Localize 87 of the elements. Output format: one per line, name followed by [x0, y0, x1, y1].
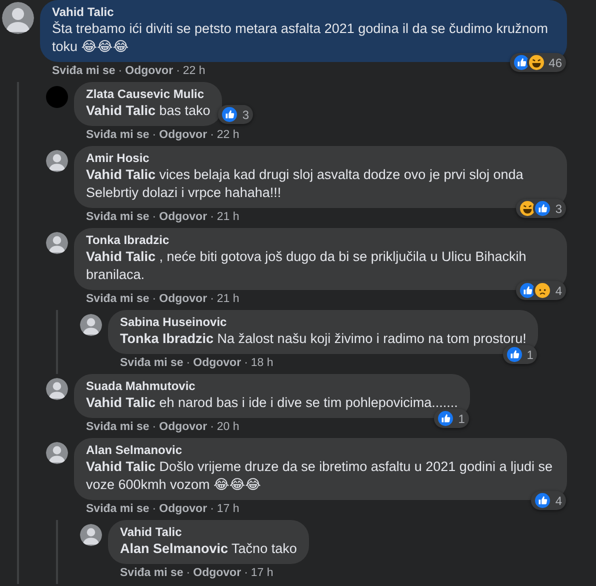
comment-text: Šta trebamo ići diviti se petsto metara asfalta 2021 godina il da se čudimo kružnom toku 😂😂😂 — [52, 20, 550, 56]
comment-text: Vahid Talic vices belaja kad drugi sloj asvalta dodze ovo je prvi sloj onda Selebrtiy dolazi i vrpce hahaha!!! — [86, 166, 524, 202]
action-link[interactable]: Odgovor — [159, 292, 208, 306]
action-link[interactable]: Sviđa mi se — [86, 420, 150, 434]
separator-dot: · — [210, 128, 214, 142]
timestamp[interactable]: 18 h — [250, 356, 274, 370]
timestamp[interactable]: 21 h — [216, 210, 240, 224]
like-icon — [222, 107, 238, 122]
reaction-count: 4 — [555, 282, 562, 300]
action-link[interactable]: Odgovor — [159, 502, 208, 516]
comment-text: Vahid Talic eh narod bas i ide i dive se tim pohlepovicima....... — [86, 394, 458, 412]
author-name[interactable]: Amir Hosic — [86, 151, 150, 166]
avatar[interactable] — [2, 2, 34, 34]
reaction-pill[interactable]: 3 — [516, 199, 566, 218]
separator-dot: · — [118, 64, 122, 78]
action-link[interactable]: Odgovor — [193, 356, 242, 370]
separator-dot: · — [152, 292, 156, 306]
action-link[interactable]: Odgovor — [159, 128, 208, 142]
like-icon — [535, 493, 550, 508]
action-link[interactable]: Odgovor — [159, 420, 208, 434]
action-link[interactable]: Sviđa mi se — [86, 128, 150, 142]
action-link[interactable]: Sviđa mi se — [52, 64, 116, 78]
reaction-pill[interactable]: 1 — [502, 345, 538, 364]
comment-text: Vahid Talic Došlo vrijeme druze da se ibretimo asfaltu u 2021 godini a ljudi se voze 600kmh vozom 😂😂😂 — [86, 458, 554, 494]
timestamp[interactable]: 17 h — [250, 566, 274, 580]
comment-text: Vahid Talic bas tako — [86, 102, 210, 120]
separator-dot: · — [244, 356, 248, 370]
action-link[interactable]: Odgovor — [193, 566, 242, 580]
separator-dot: · — [210, 420, 214, 434]
author-name[interactable]: Zlata Causevic Mulic — [86, 87, 204, 102]
separator-dot: · — [244, 566, 248, 580]
author-name[interactable]: Tonka Ibradzic — [86, 233, 170, 248]
timestamp[interactable]: 21 h — [216, 292, 240, 306]
reaction-pill[interactable]: 46 — [510, 53, 566, 72]
comment-text: Tonka Ibradzic Na žalost našu koji živimo i radimo na tom prostoru! — [120, 330, 526, 348]
separator-dot: · — [152, 420, 156, 434]
avatar[interactable] — [46, 378, 68, 400]
reaction-count: 3 — [242, 106, 250, 124]
separator-dot: · — [186, 356, 190, 370]
action-link[interactable]: Odgovor — [159, 210, 208, 224]
separator-dot: · — [210, 210, 214, 224]
author-name[interactable]: Vahid Talic — [52, 5, 114, 20]
avatar[interactable] — [46, 232, 68, 254]
author-name[interactable]: Vahid Talic — [120, 525, 182, 540]
separator-dot: · — [210, 292, 214, 306]
author-name[interactable]: Alan Selmanovic — [86, 443, 182, 458]
reaction-count: 46 — [548, 54, 562, 72]
avatar[interactable] — [46, 150, 68, 172]
like-icon — [535, 201, 550, 216]
separator-dot: · — [210, 502, 214, 516]
timestamp[interactable]: 22 h — [182, 64, 206, 78]
reaction-count: 3 — [555, 200, 562, 218]
reaction-count: 1 — [458, 410, 465, 428]
like-icon — [520, 283, 536, 298]
like-icon — [438, 411, 454, 426]
avatar[interactable] — [80, 524, 102, 546]
sad-face-icon — [535, 283, 550, 298]
like-icon — [514, 55, 529, 70]
reaction-count: 1 — [526, 346, 534, 364]
action-link[interactable]: Sviđa mi se — [86, 210, 150, 224]
laughing-face-icon — [528, 55, 544, 70]
reaction-count: 4 — [555, 492, 562, 510]
reaction-pill[interactable]: 1 — [434, 409, 469, 428]
action-link[interactable]: Odgovor — [125, 64, 174, 78]
author-name[interactable]: Sabina Huseinovic — [120, 315, 227, 330]
action-link[interactable]: Sviđa mi se — [120, 356, 184, 370]
separator-dot: · — [176, 64, 180, 78]
separator-dot: · — [152, 502, 156, 516]
separator-dot: · — [152, 210, 156, 224]
timestamp[interactable]: 17 h — [216, 502, 240, 516]
laughing-face-icon — [520, 201, 536, 216]
like-icon — [506, 347, 522, 362]
avatar[interactable] — [80, 314, 102, 336]
comment-text: Alan Selmanovic Tačno tako — [120, 540, 297, 558]
action-link[interactable]: Sviđa mi se — [86, 292, 150, 306]
action-link[interactable]: Sviđa mi se — [86, 502, 150, 516]
action-link[interactable]: Sviđa mi se — [120, 566, 184, 580]
author-name[interactable]: Suada Mahmutovic — [86, 379, 196, 394]
reaction-pill[interactable]: 3 — [218, 105, 254, 124]
timestamp[interactable]: 22 h — [216, 128, 240, 142]
reaction-pill[interactable]: 4 — [531, 491, 566, 510]
avatar[interactable] — [46, 442, 68, 464]
reaction-pill[interactable]: 4 — [516, 281, 566, 300]
separator-dot: · — [152, 128, 156, 142]
separator-dot: · — [186, 566, 190, 580]
comment-text: Vahid Talic , neće biti gotova još dugo da bi se priključila u Ulicu Bihackih branilaca. — [86, 248, 528, 284]
timestamp[interactable]: 20 h — [216, 420, 240, 434]
